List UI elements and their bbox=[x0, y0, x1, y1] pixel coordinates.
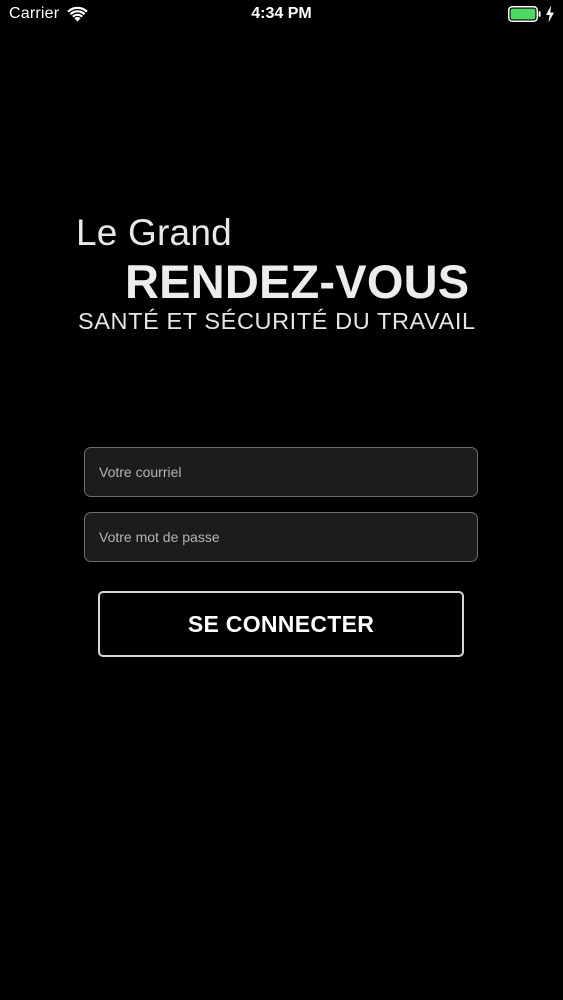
charging-bolt-icon bbox=[546, 5, 554, 23]
logo-line-le-grand: Le Grand bbox=[76, 212, 232, 253]
logo-line-rendez-vous: RENDEZ-VOUS bbox=[125, 255, 470, 308]
app-logo: Le Grand RENDEZ-VOUS SANTÉ ET SÉCURITÉ D… bbox=[76, 208, 496, 348]
status-time: 4:34 PM bbox=[251, 5, 312, 22]
password-field[interactable] bbox=[84, 512, 478, 562]
battery-icon bbox=[508, 6, 541, 22]
password-input[interactable] bbox=[85, 513, 477, 561]
login-button[interactable]: SE CONNECTER bbox=[98, 591, 464, 657]
logo-line-tagline: SANTÉ ET SÉCURITÉ DU TRAVAIL bbox=[78, 308, 476, 334]
status-bar: Carrier 4:34 PM bbox=[0, 0, 563, 30]
email-input[interactable] bbox=[85, 448, 477, 496]
email-field[interactable] bbox=[84, 447, 478, 497]
